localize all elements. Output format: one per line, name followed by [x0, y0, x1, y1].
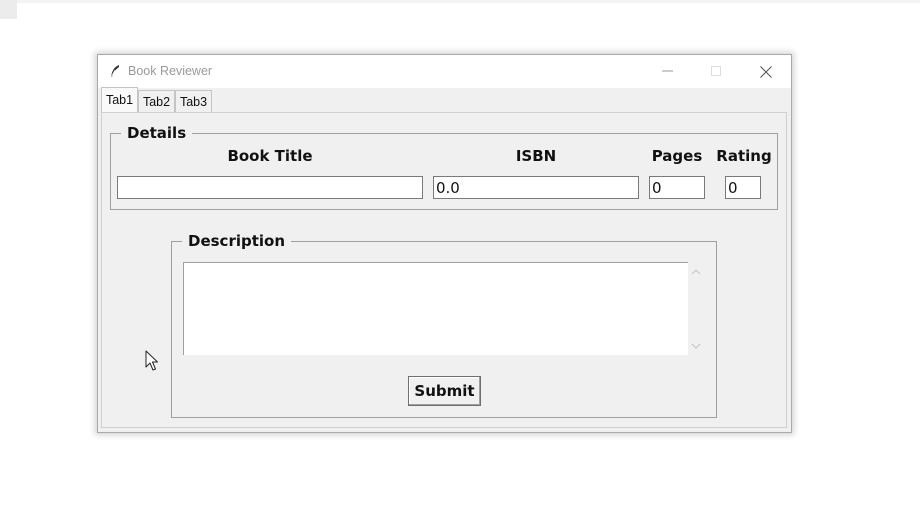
- description-legend: Description: [182, 232, 292, 250]
- title-bar[interactable]: Book Reviewer: [98, 55, 791, 88]
- tab-strip: Tab1 Tab2 Tab3: [98, 87, 791, 112]
- desktop-top-strip: [0, 0, 920, 3]
- desktop-corner: [0, 0, 17, 19]
- close-icon: [760, 66, 772, 78]
- scroll-down-icon[interactable]: [691, 342, 701, 350]
- close-button[interactable]: [753, 59, 779, 83]
- rating-input[interactable]: [725, 176, 761, 199]
- tab-label: Tab1: [105, 93, 134, 107]
- pages-input[interactable]: [649, 176, 705, 199]
- feather-icon: [110, 65, 119, 78]
- tab-tab3[interactable]: Tab3: [175, 90, 212, 112]
- tab-label: Tab2: [142, 95, 171, 109]
- pages-label: Pages: [651, 147, 703, 165]
- minimize-button[interactable]: [655, 59, 681, 83]
- description-textarea[interactable]: [183, 262, 688, 355]
- tab-tab1[interactable]: Tab1: [101, 87, 138, 112]
- tab1-panel: Details Book Title ISBN Pages Rating Des…: [101, 112, 787, 428]
- window-title: Book Reviewer: [128, 64, 213, 78]
- description-frame: Description Submit: [171, 232, 717, 418]
- details-legend: Details: [121, 124, 193, 142]
- rating-label: Rating: [716, 147, 772, 165]
- book-title-label: Book Title: [227, 147, 313, 165]
- minimize-icon: [662, 70, 673, 72]
- scroll-up-icon[interactable]: [691, 268, 701, 276]
- tab-label: Tab3: [179, 95, 208, 109]
- maximize-icon: [711, 66, 721, 76]
- details-frame: Details Book Title ISBN Pages Rating: [110, 124, 778, 210]
- isbn-input[interactable]: [433, 176, 639, 199]
- isbn-label: ISBN: [515, 147, 557, 165]
- book-title-input[interactable]: [117, 176, 423, 199]
- submit-button[interactable]: Submit: [408, 376, 481, 406]
- tab-tab2[interactable]: Tab2: [138, 90, 175, 112]
- maximize-button[interactable]: [703, 59, 729, 83]
- book-reviewer-window: Book Reviewer Tab1 Tab2 Tab3 Details Boo…: [97, 54, 792, 433]
- mouse-pointer-icon: [145, 350, 158, 371]
